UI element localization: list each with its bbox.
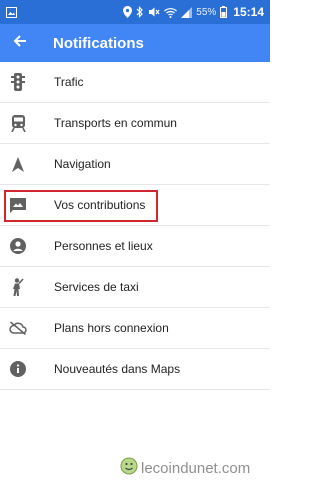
image-notification-icon — [6, 6, 17, 18]
menu-item-services-de-taxi[interactable]: Services de taxi — [0, 267, 270, 308]
navigation-arrow-icon — [0, 144, 54, 185]
app-bar: Notifications — [0, 24, 270, 62]
menu-item-label: Trafic — [54, 75, 84, 89]
page-title: Notifications — [53, 34, 144, 52]
battery-percent: 55% — [196, 6, 217, 18]
menu-item-label: Nouveautés dans Maps — [54, 362, 181, 376]
clock: 15:14 — [233, 5, 264, 19]
smiley-logo-icon — [120, 457, 138, 480]
menu-item-personnes-et-lieux[interactable]: Personnes et lieux — [0, 226, 270, 267]
wifi-icon — [164, 7, 178, 18]
info-icon — [0, 349, 54, 390]
cloud-off-icon — [0, 308, 54, 349]
menu-item-transports-en-commun[interactable]: Transports en commun — [0, 103, 270, 144]
arrow-back-icon — [13, 34, 27, 53]
train-icon — [0, 103, 54, 144]
menu-item-navigation[interactable]: Navigation — [0, 144, 270, 185]
menu-item-trafic[interactable]: Trafic — [0, 62, 270, 103]
menu-item-label: Navigation — [54, 157, 111, 171]
menu-item-label: Services de taxi — [54, 280, 139, 294]
highlight-box — [4, 190, 158, 222]
person-circle-icon — [0, 226, 54, 267]
status-bar: 55% 15:14 — [0, 0, 270, 24]
location-icon — [123, 6, 133, 18]
signal-icon — [181, 6, 193, 18]
traffic-light-icon — [0, 62, 54, 103]
back-button[interactable] — [0, 24, 40, 62]
mute-icon — [148, 6, 160, 18]
menu-item-nouveautes-dans-maps[interactable]: Nouveautés dans Maps — [0, 349, 270, 390]
taxi-hail-icon — [0, 267, 54, 308]
watermark-text: lecoindunet.com — [141, 459, 251, 477]
menu-item-label: Personnes et lieux — [54, 239, 153, 253]
menu-item-label: Plans hors connexion — [54, 321, 169, 335]
bluetooth-icon — [136, 6, 144, 18]
battery-icon — [220, 6, 228, 18]
menu-item-plans-hors-connexion[interactable]: Plans hors connexion — [0, 308, 270, 349]
watermark: lecoindunet.com — [120, 457, 251, 480]
notification-settings-list: Trafic Transports en commun Navigation V… — [0, 62, 270, 390]
menu-item-label: Transports en commun — [54, 116, 177, 130]
